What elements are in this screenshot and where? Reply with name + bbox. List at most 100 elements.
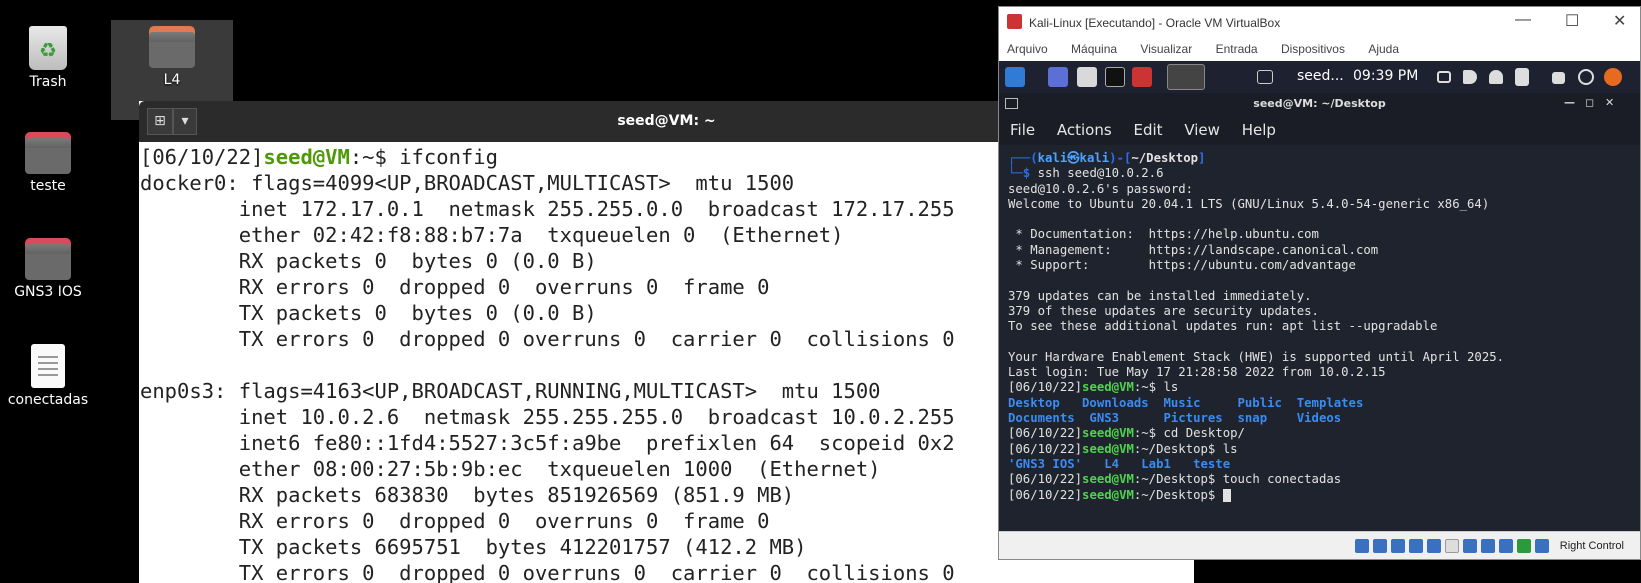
output-line: inet6 fe80::1fd4:5527:3c5f:a9be prefixle… [140, 431, 955, 455]
desktop-icon-gns3-ios[interactable]: GNS3 IOS [0, 238, 103, 300]
output-line: TX packets 0 bytes 0 (0.0 B) [140, 301, 597, 325]
output-line: TX errors 0 dropped 0 overruns 0 carrier… [140, 327, 955, 351]
command-text: ls [1222, 441, 1238, 456]
menu-actions[interactable]: Actions [1057, 121, 1112, 139]
desktop-icon-label: conectadas [7, 392, 89, 408]
menu-maquina[interactable]: Máquina [1071, 42, 1117, 56]
menu-edit[interactable]: Edit [1133, 121, 1162, 139]
menu-file[interactable]: File [1010, 121, 1035, 139]
desktop-icon-teste[interactable]: teste [0, 132, 103, 194]
minimize-button[interactable]: — [1515, 11, 1531, 29]
prompt-user: seed@VM [1082, 380, 1134, 395]
virtualbox-window[interactable]: Kali-Linux [Executando] - Oracle VM Virt… [998, 6, 1641, 560]
vbox-title: Kali-Linux [Executando] - Oracle VM Virt… [1029, 16, 1281, 30]
taskbar-seed-task[interactable]: seed... [1297, 68, 1344, 84]
lock-icon[interactable] [1552, 72, 1565, 84]
maximize-button[interactable]: ☐ [1565, 11, 1579, 31]
recording-icon[interactable] [1481, 539, 1495, 553]
desktop-icon-label: Trash [29, 74, 67, 90]
maximize-button[interactable]: ◻ [1585, 96, 1594, 109]
usb-icon[interactable] [1427, 539, 1441, 553]
output-line: TX errors 0 dropped 0 overruns 0 carrier… [140, 561, 955, 583]
output-line: Last login: Tue May 17 21:28:58 2022 fro… [1008, 365, 1386, 380]
mouse-integration-icon[interactable] [1517, 539, 1531, 553]
output-line: RX packets 0 bytes 0 (0.0 B) [140, 249, 597, 273]
kali-terminal-output[interactable]: ┌──(kali㉿kali)-[~/Desktop] └─$ ssh seed@… [999, 145, 1640, 531]
prompt-date: [06/10/22] [1008, 487, 1083, 502]
command-text: ssh seed@10.0.2.6 [1037, 166, 1164, 181]
panel-clock[interactable]: 09:39 PM [1353, 68, 1418, 84]
optical-drive-icon[interactable] [1373, 539, 1387, 553]
prompt-date: [06/10/22] [1008, 426, 1083, 441]
prompt-dir: ~/Desktop [1131, 151, 1199, 165]
network-icon[interactable] [1409, 539, 1423, 553]
close-button[interactable]: ✕ [1613, 11, 1626, 31]
display-icon[interactable] [1463, 539, 1477, 553]
output-line: RX packets 683830 bytes 851926569 (851.9… [140, 483, 795, 507]
vbox-menubar: Arquivo Máquina Visualizar Entrada Dispo… [999, 37, 1640, 61]
display-icon[interactable] [1437, 71, 1451, 83]
output-line: RX errors 0 dropped 0 overruns 0 frame 0 [140, 509, 770, 533]
command-text: ls [1163, 380, 1179, 395]
kali-terminal-titlebar[interactable]: seed@VM: ~/Desktop — ◻ ✕ [999, 93, 1640, 115]
refresh-icon[interactable] [1578, 69, 1594, 85]
volume-icon[interactable] [1463, 70, 1477, 84]
prompt-frame: ] [1198, 151, 1206, 165]
kali-menu-icon[interactable] [1005, 67, 1025, 87]
prompt-frame: )-[ [1109, 151, 1132, 165]
hard-disk-icon[interactable] [1355, 539, 1369, 553]
desktop-icon-conectadas[interactable]: conectadas [0, 344, 103, 408]
folder-icon [25, 132, 71, 174]
trash-icon: ♻ [29, 26, 67, 70]
minimize-button[interactable]: — [1564, 96, 1575, 109]
shared-folders-icon[interactable] [1445, 539, 1459, 553]
output-line: ether 08:00:27:5b:9b:ec txqueuelen 1000 … [140, 457, 881, 481]
vbox-titlebar[interactable]: Kali-Linux [Executando] - Oracle VM Virt… [999, 7, 1640, 37]
kali-terminal-title: seed@VM: ~/Desktop [1253, 97, 1386, 110]
command-text: cd Desktop/ [1163, 426, 1245, 441]
menu-arquivo[interactable]: Arquivo [1007, 42, 1048, 56]
prompt-frame: └─$ [1008, 166, 1038, 181]
prompt-path: :~$ [1133, 426, 1164, 441]
prompt-path: :~$ [349, 145, 400, 169]
menu-entrada[interactable]: Entrada [1216, 42, 1258, 56]
prompt-user: seed@VM [1082, 487, 1134, 502]
virtualbox-icon [1007, 14, 1022, 29]
notification-bell-icon[interactable] [1489, 70, 1503, 84]
menu-help[interactable]: Help [1242, 121, 1276, 139]
close-button[interactable]: ✕ [1605, 96, 1614, 109]
menu-dispositivos[interactable]: Dispositivos [1281, 42, 1345, 56]
output-line: To see these additional updates run: apt… [1008, 319, 1438, 334]
vbox-statusbar: Right Control [999, 531, 1640, 559]
menu-ajuda[interactable]: Ajuda [1368, 42, 1399, 56]
kali-terminal-window[interactable]: seed@VM: ~/Desktop — ◻ ✕ File Actions Ed… [999, 93, 1640, 533]
file-manager-icon[interactable] [1077, 67, 1097, 87]
keyboard-icon[interactable] [1535, 539, 1549, 553]
output-line: * Documentation: https://help.ubuntu.com [1008, 227, 1319, 242]
output-line: 379 updates can be installed immediately… [1008, 288, 1312, 303]
battery-icon[interactable] [1515, 68, 1529, 86]
output-line: docker0: flags=4099<UP,BROADCAST,MULTICA… [140, 171, 795, 195]
output-line: Welcome to Ubuntu 20.04.1 LTS (GNU/Linux… [1008, 196, 1490, 211]
prompt-user: kali㉿kali [1037, 151, 1110, 165]
menu-view[interactable]: View [1184, 121, 1220, 139]
ls-output-row: Documents GNS3 Pictures snap Videos [1008, 411, 1342, 426]
firefox-icon[interactable] [1604, 68, 1622, 86]
output-line: enp0s3: flags=4163<UP,BROADCAST,RUNNING,… [140, 379, 881, 403]
cpu-icon[interactable] [1499, 539, 1513, 553]
audio-icon[interactable] [1391, 539, 1405, 553]
taskbar-terminal-active[interactable] [1167, 64, 1205, 90]
prompt-date: [06/10/22] [1008, 380, 1083, 395]
kali-terminal-menubar: File Actions Edit View Help [999, 115, 1640, 145]
desktop-icon-trash[interactable]: ♻ Trash [0, 26, 103, 90]
menu-visualizar[interactable]: Visualizar [1140, 42, 1192, 56]
terminal-task-icon [1257, 70, 1273, 84]
prompt-path: :~/Desktop$ [1133, 441, 1223, 456]
prompt-path: :~/Desktop$ [1133, 487, 1223, 502]
output-line: seed@10.0.2.6's password: [1008, 181, 1194, 196]
prompt-user: seed@VM [1082, 426, 1134, 441]
workspace-icon[interactable] [1048, 67, 1068, 87]
prompt-frame: ┌──( [1008, 151, 1038, 165]
screen-recorder-icon[interactable] [1132, 67, 1152, 87]
terminal-icon[interactable] [1105, 67, 1125, 87]
